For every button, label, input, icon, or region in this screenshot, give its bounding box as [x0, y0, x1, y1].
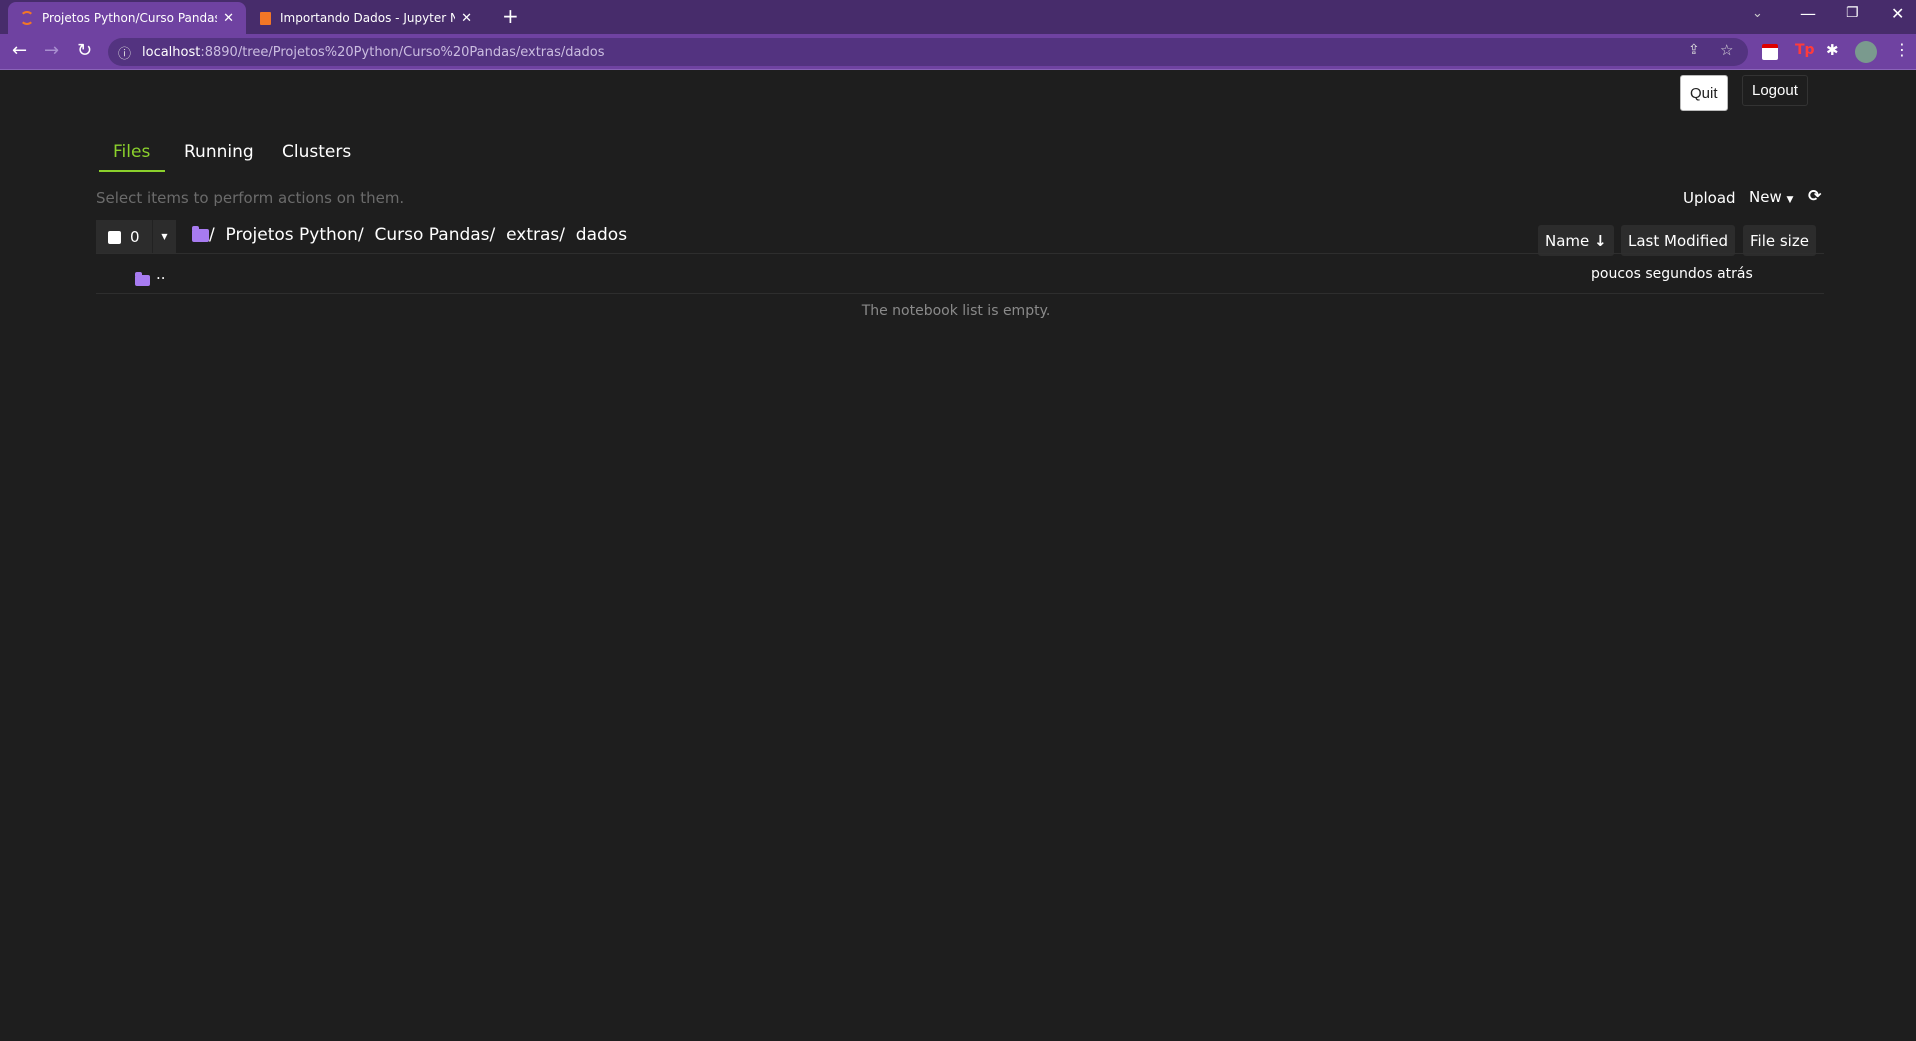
new-tab-icon[interactable]: +: [502, 4, 519, 28]
quit-button[interactable]: Quit: [1680, 75, 1728, 111]
close-window-icon[interactable]: ✕: [1891, 4, 1904, 23]
breadcrumb-item[interactable]: Curso Pandas/: [375, 225, 496, 245]
menu-icon[interactable]: ⋮: [1894, 40, 1910, 59]
tab-clusters[interactable]: Clusters: [282, 142, 351, 162]
tab-search-icon[interactable]: ⌄: [1752, 6, 1763, 21]
sort-file-size-button[interactable]: File size: [1743, 225, 1816, 256]
caret-down-icon: ▼: [1786, 195, 1794, 205]
tp-extension-icon[interactable]: Tp: [1795, 42, 1815, 58]
address-bar[interactable]: ⓘ localhost:8890/tree/Projetos%20Python/…: [108, 38, 1748, 66]
folder-icon: [135, 272, 150, 286]
breadcrumb-item[interactable]: extras/: [506, 225, 565, 245]
forward-icon[interactable]: →: [44, 40, 59, 61]
upload-button[interactable]: Upload: [1683, 189, 1736, 207]
mcafee-extension-icon[interactable]: [1762, 44, 1778, 60]
empty-message: The notebook list is empty.: [861, 303, 1051, 319]
extensions-icon[interactable]: ✱: [1826, 41, 1839, 59]
browser-tab[interactable]: Importando Dados - Jupyter Note ✕: [248, 2, 484, 34]
notebook-icon: [260, 11, 271, 25]
share-icon[interactable]: ⇪: [1688, 42, 1700, 58]
select-dropdown-icon[interactable]: ▼: [152, 220, 176, 254]
close-tab-icon[interactable]: ✕: [461, 11, 472, 26]
breadcrumb-item[interactable]: dados: [576, 225, 627, 245]
sort-name-button[interactable]: Name ↓: [1538, 225, 1614, 256]
reload-icon[interactable]: ↻: [77, 40, 92, 61]
logout-button[interactable]: Logout: [1742, 75, 1808, 106]
new-dropdown-button[interactable]: New ▼: [1749, 188, 1793, 206]
folder-icon[interactable]: [192, 225, 209, 242]
arrow-down-icon: ↓: [1594, 231, 1607, 250]
last-modified: poucos segundos atrás: [1591, 266, 1753, 282]
tab-files[interactable]: Files: [113, 142, 150, 162]
selection-hint: Select items to perform actions on them.: [96, 189, 405, 207]
close-tab-icon[interactable]: ✕: [223, 11, 234, 26]
tab-running[interactable]: Running: [184, 142, 254, 162]
select-all-group: 0 ▼: [96, 220, 176, 254]
info-icon: ⓘ: [118, 47, 132, 62]
restore-icon[interactable]: ❐: [1846, 5, 1859, 21]
jupyter-icon: [20, 11, 34, 25]
breadcrumb: / Projetos Python/ Curso Pandas/ extras/…: [192, 225, 627, 245]
select-all-checkbox[interactable]: [108, 230, 121, 244]
parent-dir-link[interactable]: ..: [156, 265, 166, 283]
browser-tab-bar: Projetos Python/Curso Pandas/ex ✕ Import…: [0, 0, 1916, 34]
refresh-icon[interactable]: ⟳: [1808, 186, 1821, 205]
breadcrumb-item[interactable]: Projetos Python/: [226, 225, 364, 245]
address-toolbar: ← → ↻ ⓘ localhost:8890/tree/Projetos%20P…: [0, 34, 1916, 70]
list-item[interactable]: .. poucos segundos atrás: [96, 254, 1824, 294]
active-tab-underline: [99, 170, 165, 172]
back-icon[interactable]: ←: [12, 40, 27, 61]
avatar[interactable]: [1855, 41, 1877, 63]
sort-last-modified-button[interactable]: Last Modified: [1621, 225, 1736, 256]
minimize-icon[interactable]: —: [1800, 4, 1816, 23]
star-icon[interactable]: ☆: [1720, 41, 1733, 59]
browser-tab[interactable]: Projetos Python/Curso Pandas/ex ✕: [8, 2, 246, 34]
selected-count: 0: [130, 228, 140, 246]
